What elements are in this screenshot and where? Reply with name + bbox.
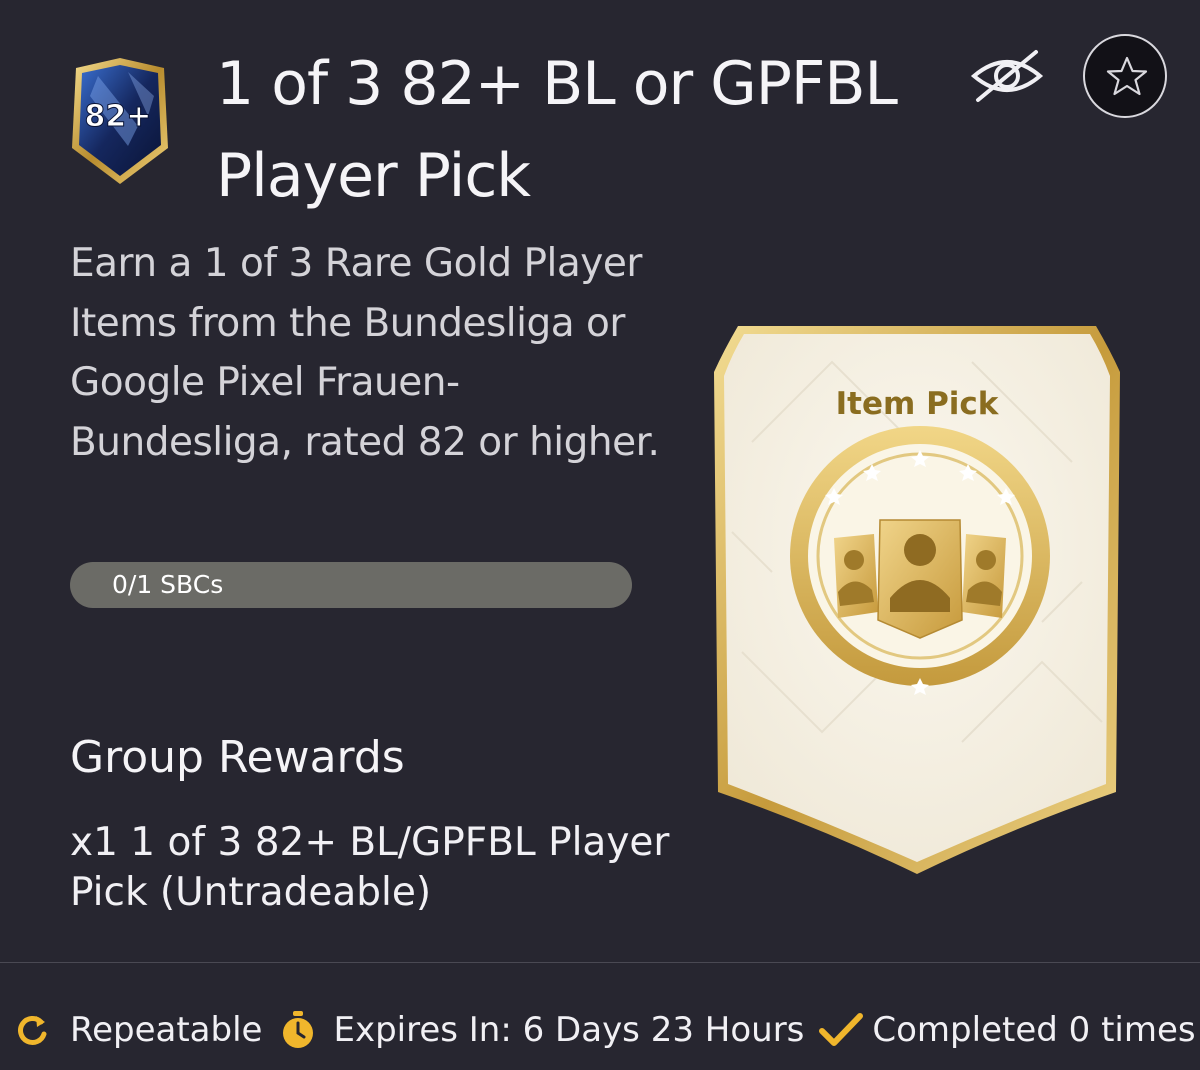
stopwatch-icon [283,1011,314,1048]
repeatable-status: Repeatable [14,1010,262,1050]
sbc-progress-bar: 0/1 SBCs [70,562,632,608]
favorite-button[interactable] [1083,34,1167,118]
sbc-description: Earn a 1 of 3 Rare Gold Player Items fro… [70,241,660,465]
pack-badge: 82+ [72,58,168,184]
group-reward-item: x1 1 of 3 82+ BL/GPFBL Player Pick (Untr… [70,820,670,915]
completed-label: Completed 0 times [872,1010,1196,1050]
expiry-label: Expires In: 6 Days 23 Hours [333,1010,805,1050]
sbc-title: 1 of 3 82+ BL or GPFBL Player Pick [216,49,898,211]
completed-status: Completed 0 times [818,1010,1196,1050]
badge-rating: 82+ [85,99,152,134]
group-rewards-heading: Group Rewards [70,732,405,783]
star-outline-icon [1106,56,1148,96]
sbc-footer: Repeatable Expires In: 6 Days 23 Hours C… [14,1000,1196,1060]
eye-off-icon[interactable] [968,46,1046,106]
expiry-status: Expires In: 6 Days 23 Hours [280,1010,804,1050]
checkmark-icon [819,1013,864,1046]
footer-divider [0,962,1200,963]
sbc-detail-panel: 82+ 1 of 3 82+ BL or GPFBL Player Pick E… [0,0,1200,1070]
card-title: Item Pick [835,386,999,422]
progress-label: 0/1 SBCs [112,570,224,599]
refresh-icon [18,1016,47,1045]
repeatable-label: Repeatable [70,1010,263,1050]
